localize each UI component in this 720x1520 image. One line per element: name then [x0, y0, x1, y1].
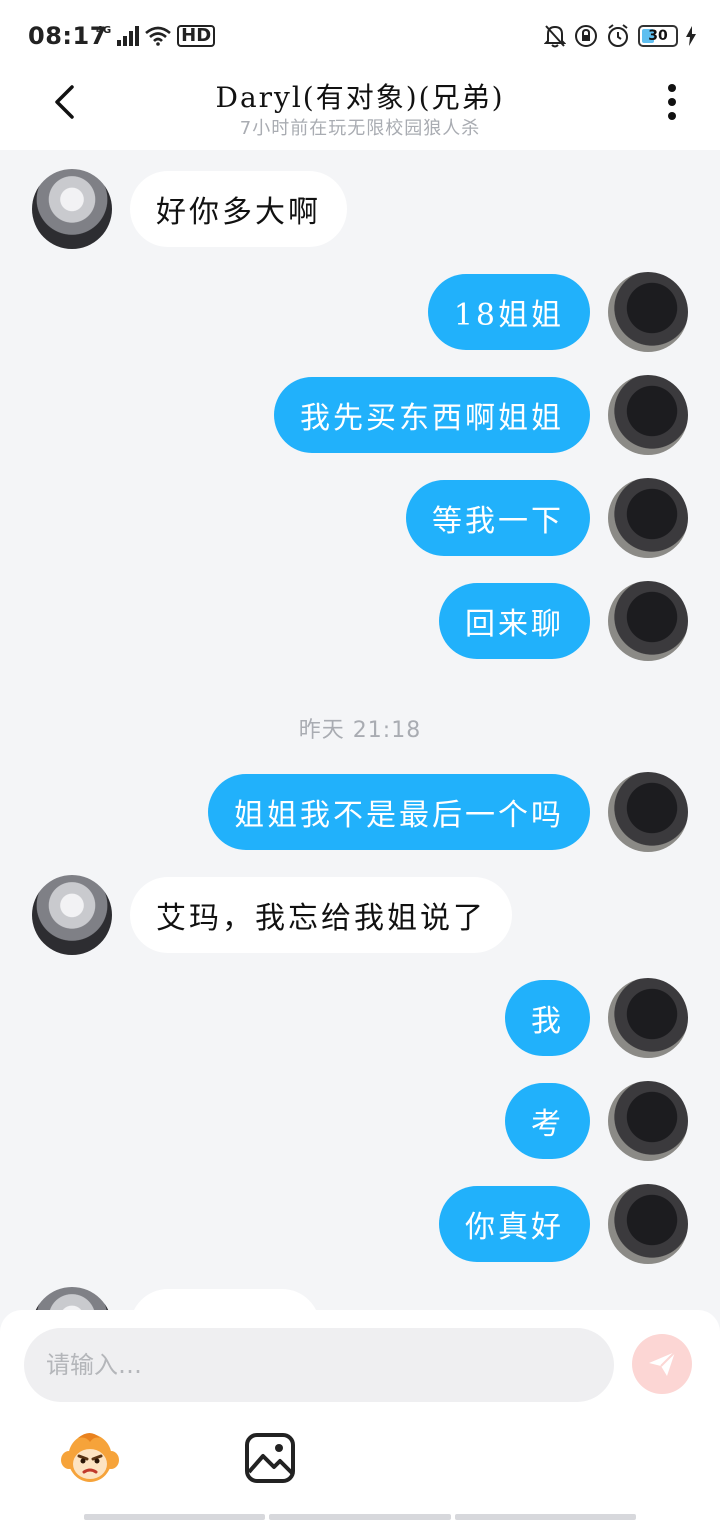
- friend-avatar[interactable]: [32, 875, 112, 955]
- my-avatar[interactable]: [608, 375, 688, 455]
- battery-level: 30: [648, 28, 668, 44]
- message-row-me: 回来聊: [0, 581, 720, 661]
- message-bubble[interactable]: 好你多大啊: [130, 171, 347, 247]
- my-avatar[interactable]: [608, 581, 688, 661]
- my-avatar[interactable]: [608, 978, 688, 1058]
- send-icon: [649, 1351, 676, 1376]
- message-bubble[interactable]: 考: [505, 1083, 590, 1159]
- message-row-me: 你真好: [0, 1184, 720, 1264]
- message-row-friend-partial: [0, 1287, 720, 1310]
- hd-icon: HD: [177, 25, 216, 47]
- my-avatar[interactable]: [608, 1184, 688, 1264]
- chat-subtitle: 7小时前在玩无限校园狼人杀: [239, 118, 481, 139]
- message-bubble[interactable]: 艾玛，我忘给我姐说了: [130, 877, 512, 953]
- network-type: 4G: [96, 24, 112, 36]
- status-left-icons: 4G HD: [96, 22, 216, 50]
- alarm-icon: [608, 24, 628, 47]
- panel-indicator: [84, 1514, 636, 1520]
- my-avatar[interactable]: [608, 478, 688, 558]
- friend-avatar[interactable]: [32, 169, 112, 249]
- status-right-icons: 30: [544, 22, 696, 50]
- message-bubble[interactable]: 等我一下: [406, 480, 590, 556]
- message-input[interactable]: [24, 1328, 614, 1402]
- message-list[interactable]: 好你多大啊 18姐姐 我先买东西啊姐姐 等我一下 回来聊 昨天 21:18 姐姐…: [0, 150, 720, 1310]
- message-row-me: 我: [0, 978, 720, 1058]
- my-avatar[interactable]: [608, 1081, 688, 1161]
- input-panel: [0, 1310, 720, 1520]
- signal-icon: [117, 26, 140, 46]
- more-options-button[interactable]: [652, 78, 692, 126]
- my-avatar[interactable]: [608, 272, 688, 352]
- friend-avatar[interactable]: [32, 1287, 112, 1310]
- more-vertical-icon: [668, 84, 676, 120]
- panel-indicator-segment: [269, 1514, 451, 1520]
- message-row-friend: 好你多大啊: [0, 169, 720, 249]
- message-row-me: 考: [0, 1081, 720, 1161]
- message-bubble[interactable]: 18姐姐: [427, 274, 590, 350]
- message-row-me: 姐姐我不是最后一个吗: [0, 772, 720, 852]
- message-row-me: 等我一下: [0, 478, 720, 558]
- chat-header: Daryl(有对象)(兄弟) 7小时前在玩无限校园狼人杀: [0, 72, 720, 150]
- panel-indicator-segment: [454, 1514, 636, 1520]
- lock-rotation-icon: [575, 25, 597, 47]
- panel-indicator-segment: [84, 1514, 266, 1520]
- message-bubble[interactable]: 回来聊: [439, 583, 590, 659]
- message-row-friend: 艾玛，我忘给我姐说了: [0, 875, 720, 955]
- message-bubble-partial[interactable]: [130, 1289, 320, 1310]
- message-timestamp: 昨天 21:18: [298, 718, 422, 743]
- monkey-emoji-icon[interactable]: [60, 1430, 120, 1486]
- message-bubble[interactable]: 我先买东西啊姐姐: [274, 377, 590, 453]
- status-bar: 08:17 4G HD 30: [0, 0, 720, 72]
- chat-title: Daryl(有对象)(兄弟): [215, 81, 505, 114]
- my-avatar[interactable]: [608, 772, 688, 852]
- battery-icon: 30: [638, 25, 678, 47]
- message-bubble[interactable]: 你真好: [439, 1186, 590, 1262]
- send-button[interactable]: [632, 1334, 692, 1394]
- message-bubble[interactable]: 我: [505, 980, 590, 1056]
- wifi-icon: [145, 26, 172, 46]
- bell-off-icon: [544, 25, 566, 48]
- message-row-me: 18姐姐: [0, 272, 720, 352]
- image-icon[interactable]: [244, 1432, 296, 1484]
- charging-icon: [686, 26, 696, 46]
- message-bubble[interactable]: 姐姐我不是最后一个吗: [208, 774, 590, 850]
- message-row-me: 我先买东西啊姐姐: [0, 375, 720, 455]
